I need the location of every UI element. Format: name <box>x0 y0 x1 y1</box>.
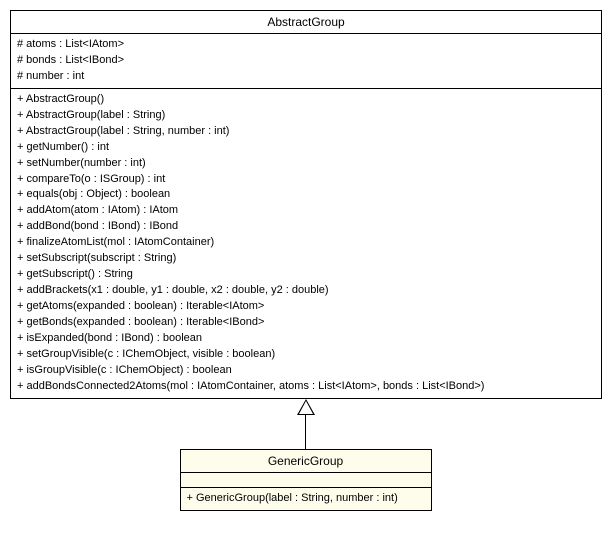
abstract-method-line: + getSubscript() : String <box>17 267 595 283</box>
abstract-method-line: + finalizeAtomList(mol : IAtomContainer) <box>17 235 595 251</box>
abstract-attribute-line: # atoms : List<IAtom> <box>17 37 595 53</box>
abstract-method-line: + getBonds(expanded : boolean) : Iterabl… <box>17 315 595 331</box>
abstract-method-line: + AbstractGroup(label : String, number :… <box>17 124 595 140</box>
abstract-method-line: + getAtoms(expanded : boolean) : Iterabl… <box>17 299 595 315</box>
abstract-method-line: + setSubscript(subscript : String) <box>17 251 595 267</box>
concrete-attributes-compartment <box>181 473 431 488</box>
abstract-attributes-compartment: # atoms : List<IAtom># bonds : List<IBon… <box>11 34 601 89</box>
abstract-method-line: + equals(obj : Object) : boolean <box>17 187 595 203</box>
abstract-method-line: + setNumber(number : int) <box>17 156 595 172</box>
concrete-class-name: GenericGroup <box>181 450 431 473</box>
abstract-methods-compartment: + AbstractGroup()+ AbstractGroup(label :… <box>11 89 601 398</box>
abstract-method-line: + compareTo(o : ISGroup) : int <box>17 172 595 188</box>
abstract-method-line: + AbstractGroup() <box>17 92 595 108</box>
concrete-class-box: GenericGroup + GenericGroup(label : Stri… <box>180 449 432 511</box>
generalization-arrowhead-icon <box>297 399 315 415</box>
abstract-attribute-line: # number : int <box>17 69 595 85</box>
abstract-method-line: + addBrackets(x1 : double, y1 : double, … <box>17 283 595 299</box>
generalization-line <box>305 415 306 449</box>
abstract-method-line: + addAtom(atom : IAtom) : IAtom <box>17 203 595 219</box>
abstract-method-line: + addBondsConnected2Atoms(mol : IAtomCon… <box>17 379 595 395</box>
abstract-method-line: + AbstractGroup(label : String) <box>17 108 595 124</box>
abstract-class-name: AbstractGroup <box>11 11 601 34</box>
concrete-method-line: + GenericGroup(label : String, number : … <box>187 491 425 507</box>
abstract-method-line: + isExpanded(bond : IBond) : boolean <box>17 331 595 347</box>
abstract-method-line: + addBond(bond : IBond) : IBond <box>17 219 595 235</box>
abstract-method-line: + setGroupVisible(c : IChemObject, visib… <box>17 347 595 363</box>
concrete-methods-compartment: + GenericGroup(label : String, number : … <box>181 488 431 510</box>
abstract-method-line: + isGroupVisible(c : IChemObject) : bool… <box>17 363 595 379</box>
generalization-connector <box>10 399 601 449</box>
abstract-class-box: AbstractGroup # atoms : List<IAtom># bon… <box>10 10 602 399</box>
abstract-attribute-line: # bonds : List<IBond> <box>17 53 595 69</box>
abstract-method-line: + getNumber() : int <box>17 140 595 156</box>
